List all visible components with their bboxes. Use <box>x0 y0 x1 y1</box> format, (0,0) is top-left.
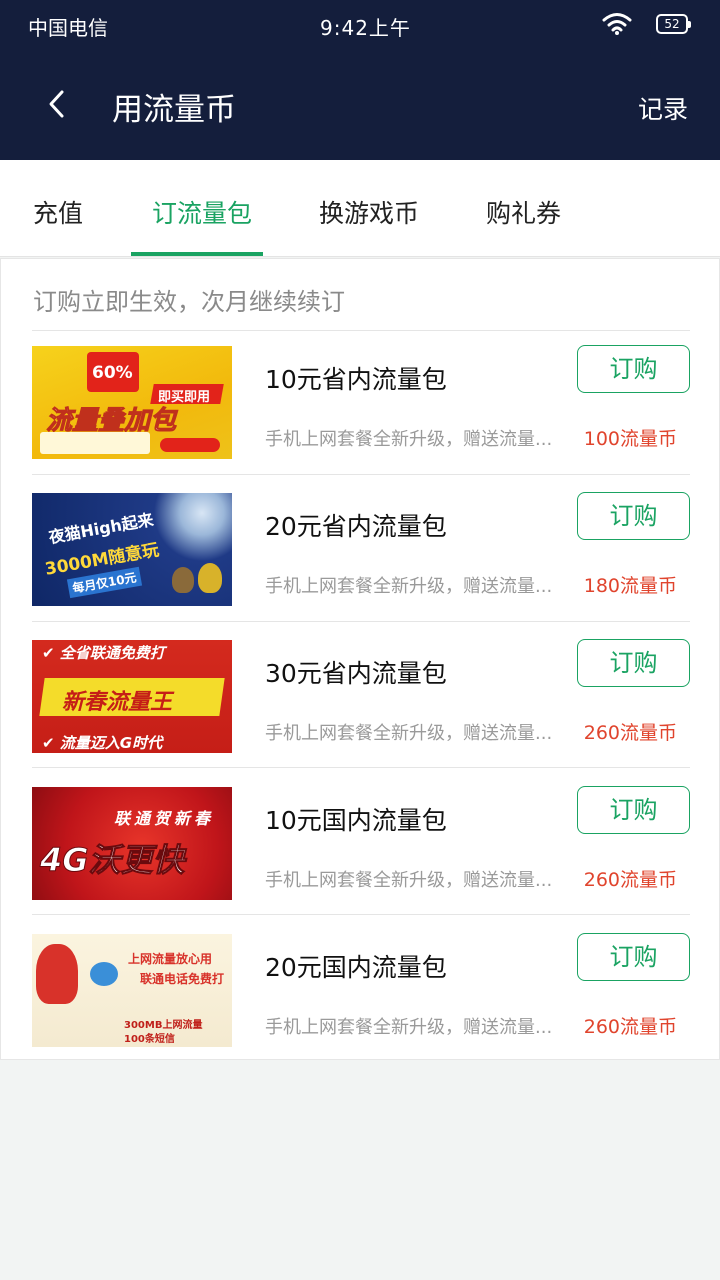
subscribe-button[interactable]: 订购 <box>577 786 690 834</box>
tab-game-coins[interactable]: 换游戏币 <box>319 194 419 230</box>
record-button[interactable]: 记录 <box>638 90 688 126</box>
package-banner: 60% 即买即用 流量叠加包 <box>32 346 232 459</box>
tab-bar: 充值 订流量包 换游戏币 购礼券 <box>0 160 720 257</box>
list-item[interactable]: 联通贺新春 4G沃更快 10元国内流量包 订购 手机上网套餐全新升级，赠送流量.… <box>1 771 720 917</box>
list-item[interactable]: 60% 即买即用 流量叠加包 10元省内流量包 订购 手机上网套餐全新升级，赠送… <box>1 330 720 476</box>
app-header: 中国电信 9:42上午 52 用流量币 记录 <box>0 0 720 160</box>
tab-recharge[interactable]: 充值 <box>33 194 83 230</box>
divider <box>32 621 690 622</box>
package-description: 手机上网套餐全新升级，赠送流量... <box>265 723 553 744</box>
page-title: 用流量币 <box>112 92 236 128</box>
divider <box>32 474 690 475</box>
wifi-icon <box>602 13 632 35</box>
status-carrier: 中国电信 <box>28 16 108 40</box>
package-description: 手机上网套餐全新升级，赠送流量... <box>265 429 553 450</box>
divider <box>32 767 690 768</box>
active-tab-indicator <box>131 252 263 256</box>
package-title: 10元国内流量包 <box>265 806 447 835</box>
banner-text: 100条短信 <box>124 1034 175 1045</box>
tab-data-package[interactable]: 订流量包 <box>152 194 252 230</box>
back-icon[interactable] <box>40 86 74 122</box>
package-banner: 上网流量放心用 联通电话免费打 300MB上网流量 100条短信 <box>32 934 232 1047</box>
package-title: 30元省内流量包 <box>265 659 447 688</box>
banner-text: 上网流量放心用 <box>128 952 213 966</box>
banner-text: 300MB上网流量 <box>124 1020 203 1031</box>
subscribe-button[interactable]: 订购 <box>577 492 690 540</box>
owl-figure <box>198 563 222 593</box>
package-title: 20元国内流量包 <box>265 953 447 982</box>
mascot-figure <box>36 944 78 1004</box>
package-description: 手机上网套餐全新升级，赠送流量... <box>265 1017 553 1038</box>
package-price: 260流量币 <box>583 1016 677 1038</box>
package-description: 手机上网套餐全新升级，赠送流量... <box>265 576 553 597</box>
package-banner: 夜猫High起来 3000M随意玩 每月仅10元 <box>32 493 232 606</box>
list-item[interactable]: 上网流量放心用 联通电话免费打 300MB上网流量 100条短信 20元国内流量… <box>1 918 720 1064</box>
subscribe-button[interactable]: 订购 <box>577 345 690 393</box>
subscribe-button[interactable]: 订购 <box>577 639 690 687</box>
banner-text: 联通电话免费打 <box>140 972 225 986</box>
list-item[interactable]: ✔ 全省联通免费打 新春流量王 ✔ 流量迈入G时代 30元省内流量包 订购 手机… <box>1 624 720 770</box>
subscribe-button[interactable]: 订购 <box>577 933 690 981</box>
status-time: 9:42上午 <box>320 16 411 40</box>
banner-text: 60% <box>92 363 133 383</box>
package-list: 订购立即生效，次月继续续订 60% 即买即用 流量叠加包 10元省内流量包 订购… <box>0 258 720 1060</box>
list-item[interactable]: 夜猫High起来 3000M随意玩 每月仅10元 20元省内流量包 订购 手机上… <box>1 477 720 623</box>
package-banner: ✔ 全省联通免费打 新春流量王 ✔ 流量迈入G时代 <box>32 640 232 753</box>
divider <box>32 914 690 915</box>
package-title: 10元省内流量包 <box>265 365 447 394</box>
package-banner: 联通贺新春 4G沃更快 <box>32 787 232 900</box>
package-title: 20元省内流量包 <box>265 512 447 541</box>
banner-button <box>160 438 220 452</box>
package-price: 180流量币 <box>583 575 677 597</box>
banner-text: ✔ 流量迈入G时代 <box>42 734 163 752</box>
banner-text: ✔ 全省联通免费打 <box>42 644 165 662</box>
notice-text: 订购立即生效，次月继续续订 <box>33 288 345 316</box>
package-price: 260流量币 <box>583 869 677 891</box>
banner-panel <box>40 432 150 454</box>
package-description: 手机上网套餐全新升级，赠送流量... <box>265 870 553 891</box>
banner-text: 新春流量王 <box>62 690 173 715</box>
banner-text: 联通贺新春 <box>114 809 215 828</box>
package-price: 260流量币 <box>583 722 677 744</box>
battery-icon: 52 <box>656 14 691 34</box>
banner-text: 4G沃更快 <box>40 841 186 880</box>
owl-figure <box>172 567 194 593</box>
globe-figure <box>90 962 118 986</box>
tab-gift-vouchers[interactable]: 购礼券 <box>486 194 561 230</box>
package-price: 100流量币 <box>583 428 677 450</box>
